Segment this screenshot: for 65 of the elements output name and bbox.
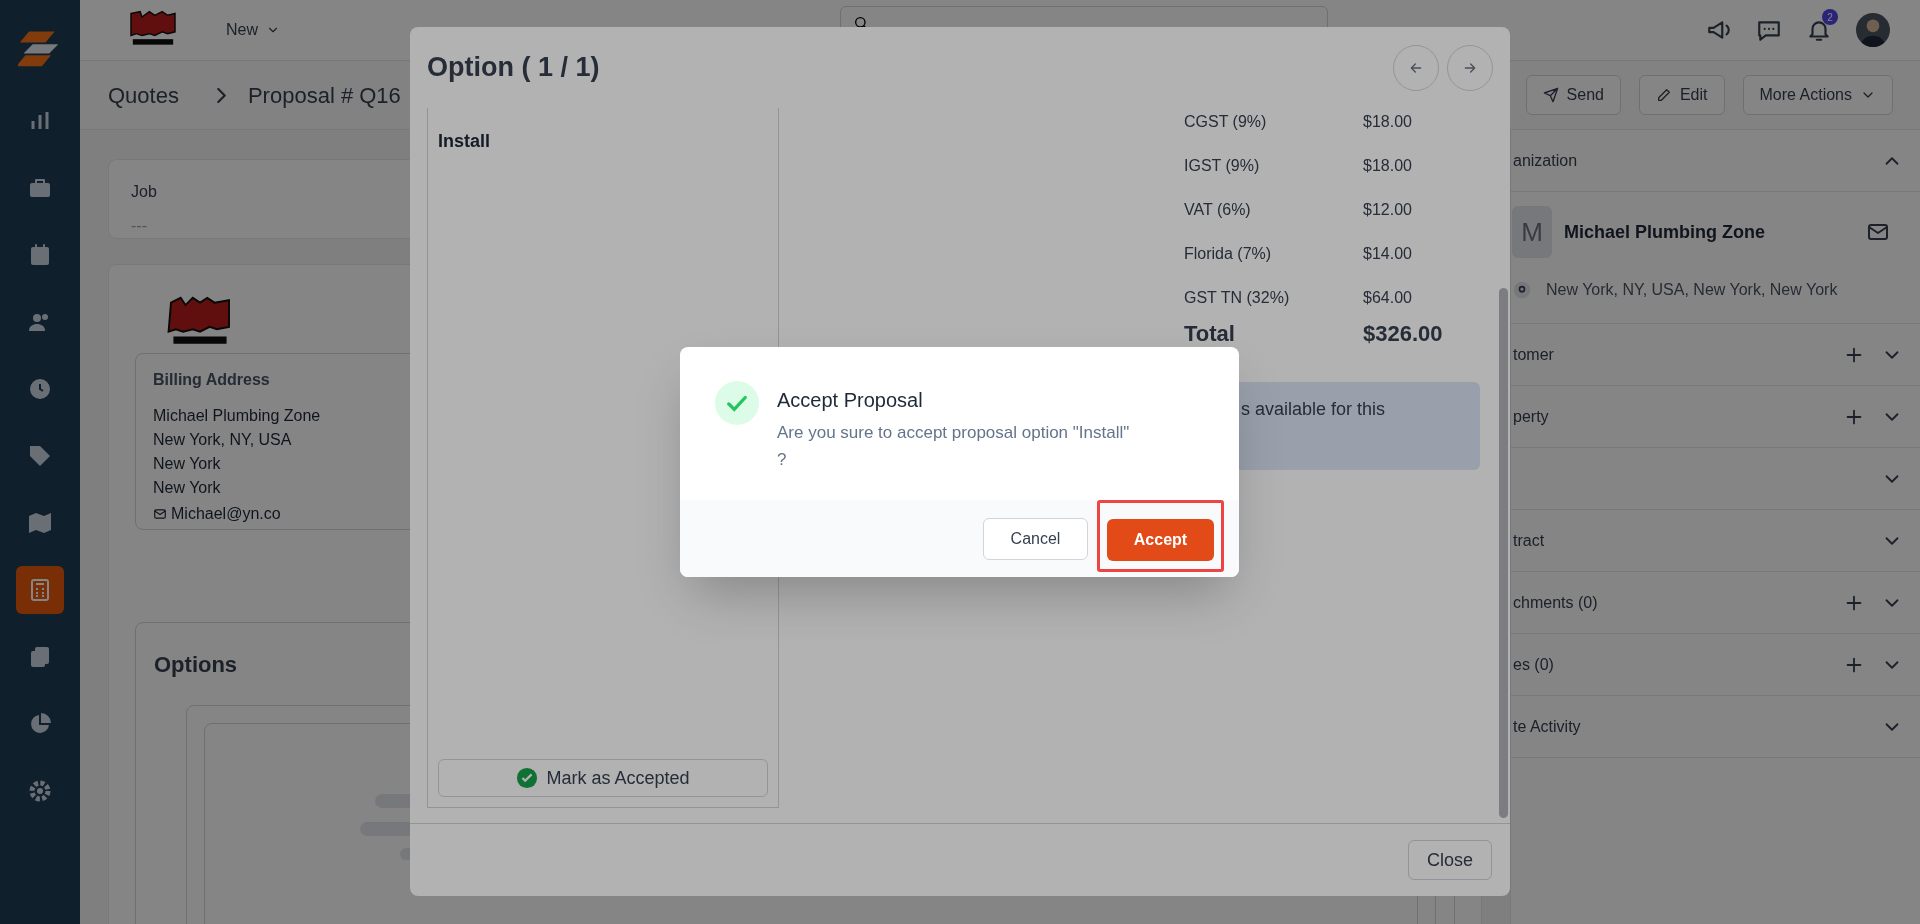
clock-icon	[28, 377, 52, 401]
org-avatar: M	[1512, 206, 1552, 258]
email-text: Michael@yn.co	[171, 504, 281, 524]
documents-icon	[28, 645, 52, 669]
total-label: Total	[1184, 319, 1236, 348]
accept-button[interactable]: Accept	[1107, 519, 1214, 561]
section-header[interactable]: es (0)	[1513, 652, 1827, 677]
org-name: Michael Plumbing Zone	[1564, 220, 1766, 244]
tax-label: Florida (7%)	[1184, 244, 1273, 264]
sidebar-item[interactable]	[16, 566, 64, 614]
tax-label: VAT (6%)	[1184, 200, 1252, 220]
section-header[interactable]: anization	[1513, 148, 1865, 173]
tax-amount: $18.00	[1363, 112, 1412, 132]
section-header[interactable]: perty	[1513, 404, 1827, 429]
dialog-title: Accept Proposal	[777, 388, 924, 413]
tax-amount: $64.00	[1363, 288, 1412, 308]
action-button[interactable]: More Actions	[1742, 75, 1893, 115]
tax-label: GST TN (32%)	[1184, 288, 1291, 308]
settings-icon	[28, 779, 52, 803]
scrollbar[interactable]	[1499, 288, 1508, 818]
calculator-icon	[28, 578, 52, 602]
mail-icon	[153, 507, 167, 521]
check-icon	[715, 381, 759, 425]
section-header[interactable]: tomer	[1513, 342, 1827, 367]
section-header[interactable]: te Activity	[1513, 714, 1865, 739]
org-address: New York, NY, USA, New York, New York	[1546, 280, 1838, 300]
tag-icon	[28, 444, 52, 468]
address-line: New York, NY, USA	[153, 430, 293, 449]
chevron-right-icon	[216, 87, 226, 103]
action-button[interactable]: Send	[1525, 75, 1621, 115]
field-value: ---	[131, 216, 147, 236]
address-line: New York	[153, 478, 222, 497]
section-header[interactable]: tract	[1513, 528, 1865, 553]
user-avatar[interactable]	[1856, 13, 1890, 47]
send-icon	[1542, 87, 1559, 103]
address-line: New York	[153, 454, 222, 473]
notice-text: s available for this	[1241, 399, 1386, 419]
calendar-icon	[28, 243, 52, 267]
briefcase-icon	[28, 176, 52, 200]
new-menu[interactable]: New	[226, 18, 280, 42]
close-button[interactable]: Close	[1407, 840, 1492, 880]
cancel-button[interactable]: Cancel	[983, 518, 1088, 560]
card-title: Billing Address	[153, 370, 271, 390]
section-header[interactable]: chments (0)	[1513, 590, 1827, 615]
map-icon	[28, 511, 52, 535]
check-circle-icon	[516, 767, 539, 789]
dialog-title: Option ( 1 / 1)	[427, 51, 600, 85]
tax-label: CGST (9%)	[1184, 112, 1268, 132]
breadcrumb-link[interactable]: Quotes	[108, 78, 179, 112]
tax-amount: $14.00	[1363, 244, 1412, 264]
field-label: Job	[131, 182, 158, 202]
mark-accepted-button[interactable]: Mark as Accepted	[438, 759, 768, 797]
total-amount: $326.00	[1363, 319, 1443, 348]
tax-amount: $18.00	[1363, 156, 1412, 176]
page-title: Proposal # Q16	[247, 81, 401, 110]
dialog-message: Are you sure to accept proposal option "Install" ?	[777, 422, 1131, 471]
pencil-icon	[1655, 87, 1672, 103]
pie-chart-icon	[28, 712, 52, 736]
section-title: Options	[154, 652, 238, 677]
action-button[interactable]: Edit	[1638, 75, 1725, 115]
notification-badge: 2	[1822, 9, 1838, 25]
option-name[interactable]: Install	[438, 128, 768, 155]
tax-label: IGST (9%)	[1184, 156, 1261, 176]
address-line: Michael Plumbing Zone	[153, 406, 322, 425]
tax-amount: $12.00	[1363, 200, 1412, 220]
